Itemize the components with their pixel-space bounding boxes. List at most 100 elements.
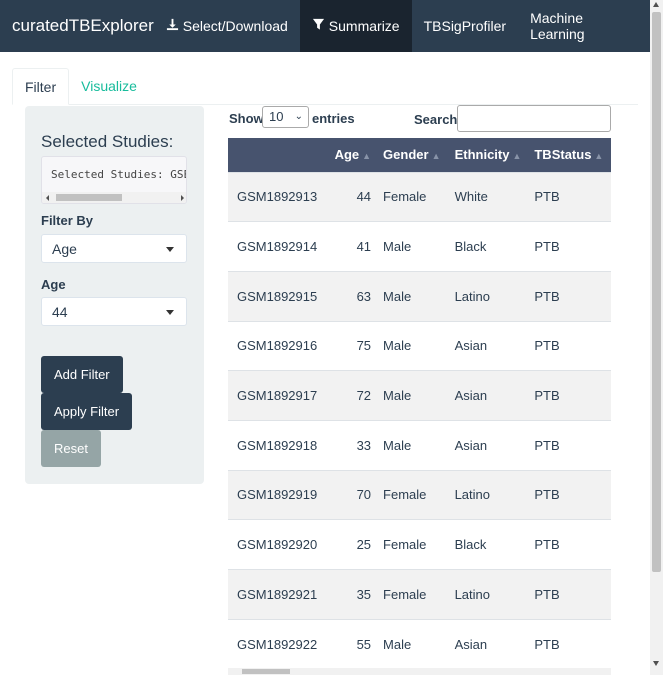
age-cell: 41 <box>323 221 378 272</box>
table-row[interactable]: GSM1892920 25 Female Black PTB <box>228 519 611 570</box>
nav-summarize[interactable]: Summarize <box>299 0 412 52</box>
nav-summarize-label: Summarize <box>328 18 400 34</box>
table-row[interactable]: GSM1892913 44 Female White PTB <box>228 171 611 222</box>
gender-cell: Female <box>377 469 449 520</box>
chevron-down-icon: ⌄ <box>294 111 303 122</box>
table-row[interactable]: GSM1892917 72 Male Asian PTB <box>228 370 611 421</box>
page-vertical-scrollbar[interactable] <box>650 0 663 675</box>
sample-id-cell: GSM1892919 <box>228 469 324 520</box>
gender-cell: Female <box>377 171 449 222</box>
table-row[interactable]: GSM1892914 41 Male Black PTB <box>228 221 611 272</box>
sample-id-cell: GSM1892920 <box>228 519 324 570</box>
table-row[interactable]: GSM1892916 75 Male Asian PTB <box>228 320 611 371</box>
age-select[interactable]: 44 <box>41 297 187 326</box>
age-cell: 63 <box>323 270 378 322</box>
scroll-left-icon[interactable] <box>46 195 49 201</box>
column-header-tbstatus[interactable]: TBStatus ▲ <box>528 138 611 172</box>
data-table-container: Age ▲ Gender ▲ Ethnicity ▲ TBStatus ▲ GSM189… <box>228 138 611 668</box>
nav-machine-learning[interactable]: Machine Learning <box>518 0 650 52</box>
sample-id-cell: GSM1892913 <box>228 171 324 222</box>
column-header-gender-label: Gender <box>383 147 429 163</box>
sort-icon: ▲ <box>512 151 522 162</box>
ethnicity-cell: Black <box>448 519 529 570</box>
tbstatus-cell: PTB <box>528 270 611 322</box>
column-header-ethnicity[interactable]: Ethnicity ▲ <box>449 138 529 172</box>
sample-id-cell: GSM1892918 <box>228 419 324 471</box>
table-horizontal-scrollbar[interactable] <box>228 668 611 675</box>
gender-cell: Male <box>377 221 449 272</box>
search-label: Search: <box>414 112 462 127</box>
page-scroll-thumb[interactable] <box>652 12 661 572</box>
sort-icon: ▲ <box>362 151 372 162</box>
table-row[interactable]: GSM1892915 63 Male Latino PTB <box>228 270 611 322</box>
age-cell: 35 <box>323 569 378 620</box>
age-cell: 44 <box>323 171 378 222</box>
age-cell: 70 <box>323 469 378 520</box>
scroll-up-icon[interactable] <box>653 2 659 7</box>
table-row[interactable]: GSM1892921 35 Female Latino PTB <box>228 569 611 620</box>
add-filter-button[interactable]: Add Filter <box>41 356 123 393</box>
filter-by-select[interactable]: Age <box>41 234 187 263</box>
sample-id-cell: GSM1892914 <box>228 221 324 272</box>
column-header-ethnicity-label: Ethnicity <box>454 147 510 163</box>
gender-cell: Male <box>377 320 449 371</box>
table-row[interactable]: GSM1892919 70 Female Latino PTB <box>228 469 611 520</box>
sample-id-cell: GSM1892916 <box>228 320 324 371</box>
selected-studies-text: Selected Studies: GSE <box>51 168 187 181</box>
reset-button[interactable]: Reset <box>41 430 101 467</box>
age-cell: 33 <box>323 419 378 471</box>
sort-icon: ▲ <box>431 151 441 162</box>
ethnicity-cell: Asian <box>448 370 529 421</box>
ethnicity-cell: Latino <box>448 569 529 620</box>
selected-studies-output: Selected Studies: GSE <box>41 156 187 204</box>
ethnicity-cell: Asian <box>448 618 529 668</box>
tbstatus-cell: PTB <box>528 569 611 620</box>
sample-id-cell: GSM1892917 <box>228 370 324 421</box>
column-header-id[interactable] <box>228 138 323 172</box>
age-label: Age <box>41 277 66 292</box>
gender-cell: Male <box>377 370 449 421</box>
apply-filter-button[interactable]: Apply Filter <box>41 393 133 430</box>
app-brand[interactable]: curatedTBExplorer <box>0 16 154 36</box>
nav-select-download-label: Select/Download <box>182 18 288 34</box>
entries-length-value: 10 <box>269 109 284 124</box>
column-header-age[interactable]: Age ▲ <box>323 138 377 172</box>
sample-id-cell: GSM1892922 <box>228 618 324 668</box>
gender-cell: Female <box>377 569 449 620</box>
top-navbar: curatedTBExplorer Select/Download Summar… <box>0 0 650 52</box>
filter-by-value: Age <box>52 241 77 257</box>
table-header-row: Age ▲ Gender ▲ Ethnicity ▲ TBStatus ▲ <box>228 138 611 172</box>
tbstatus-cell: PTB <box>528 320 611 371</box>
nav-select-download[interactable]: Select/Download <box>154 0 300 52</box>
studies-horizontal-scrollbar[interactable] <box>42 192 186 203</box>
table-scroll-thumb[interactable] <box>242 669 290 674</box>
gender-cell: Male <box>377 618 449 668</box>
sort-icon: ▲ <box>594 151 604 162</box>
ethnicity-cell: White <box>448 171 529 222</box>
column-header-tbstatus-label: TBStatus <box>534 147 592 163</box>
tab-visualize[interactable]: Visualize <box>69 68 149 105</box>
entries-label: entries <box>312 111 355 126</box>
tbstatus-cell: PTB <box>528 469 611 520</box>
ethnicity-cell: Asian <box>448 419 529 471</box>
caret-down-icon <box>166 247 174 252</box>
ethnicity-cell: Black <box>448 221 529 272</box>
nav-tbsigprofiler[interactable]: TBSigProfiler <box>412 0 518 52</box>
search-input[interactable] <box>457 105 611 132</box>
gender-cell: Male <box>377 270 449 322</box>
samples-table: Age ▲ Gender ▲ Ethnicity ▲ TBStatus ▲ GSM189… <box>228 138 611 668</box>
scroll-down-icon[interactable] <box>653 661 659 666</box>
scroll-thumb[interactable] <box>56 194 122 201</box>
entries-length-select[interactable]: 10 ⌄ <box>262 106 309 128</box>
caret-down-icon <box>166 310 174 315</box>
ethnicity-cell: Latino <box>448 270 529 322</box>
scroll-right-icon[interactable] <box>181 195 184 201</box>
tbstatus-cell: PTB <box>528 618 611 668</box>
column-header-gender[interactable]: Gender ▲ <box>377 138 449 172</box>
age-cell: 72 <box>323 370 378 421</box>
tab-filter[interactable]: Filter <box>12 68 70 105</box>
age-cell: 55 <box>323 618 378 668</box>
table-row[interactable]: GSM1892918 33 Male Asian PTB <box>228 419 611 471</box>
table-row[interactable]: GSM1892922 55 Male Asian PTB <box>228 618 611 668</box>
age-cell: 75 <box>323 320 378 371</box>
